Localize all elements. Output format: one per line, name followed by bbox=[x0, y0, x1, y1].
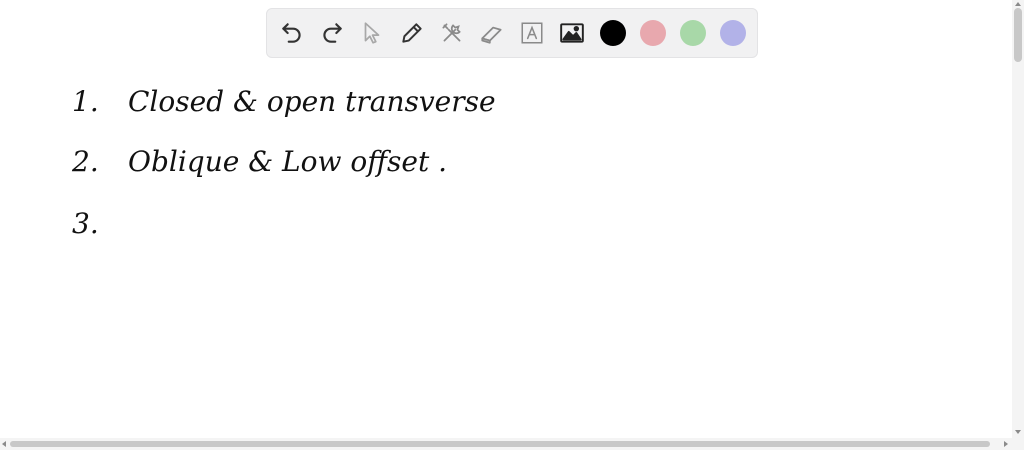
image-icon bbox=[560, 23, 584, 43]
scrollbar-corner bbox=[1012, 438, 1024, 450]
scroll-down-arrow-icon[interactable] bbox=[1015, 430, 1021, 434]
vertical-scrollbar-thumb[interactable] bbox=[1014, 8, 1022, 62]
pen-tool-button[interactable] bbox=[397, 18, 427, 48]
scroll-left-arrow-icon[interactable] bbox=[2, 441, 6, 447]
note-line-3: 3. bbox=[72, 210, 128, 238]
color-swatch-pink[interactable] bbox=[640, 20, 666, 46]
note-number: 2. bbox=[72, 145, 99, 178]
pointer-icon bbox=[364, 22, 380, 44]
undo-button[interactable] bbox=[277, 18, 307, 48]
eraser-icon bbox=[481, 26, 502, 44]
text-tool-button[interactable] bbox=[517, 18, 547, 48]
drawing-canvas[interactable]: 1. Closed & open transverse 2. Oblique & L… bbox=[0, 62, 1012, 438]
color-swatch-green[interactable] bbox=[680, 20, 706, 46]
undo-icon bbox=[282, 23, 301, 43]
tools-icon bbox=[442, 23, 461, 42]
note-text: Closed & open transverse bbox=[128, 85, 496, 118]
pencil-icon bbox=[402, 23, 422, 43]
select-tool-button[interactable] bbox=[357, 18, 387, 48]
text-icon bbox=[521, 22, 543, 44]
vertical-scrollbar[interactable] bbox=[1012, 0, 1024, 438]
redo-button[interactable] bbox=[317, 18, 347, 48]
note-number: 3. bbox=[72, 207, 99, 240]
tools-button[interactable] bbox=[437, 18, 467, 48]
scroll-up-arrow-icon[interactable] bbox=[1015, 2, 1021, 6]
redo-icon bbox=[323, 23, 342, 43]
image-tool-button[interactable] bbox=[557, 18, 587, 48]
scroll-right-arrow-icon[interactable] bbox=[1004, 441, 1008, 447]
horizontal-scrollbar[interactable] bbox=[0, 438, 1012, 450]
note-line-1: 1. Closed & open transverse bbox=[72, 88, 496, 116]
color-swatch-lavender[interactable] bbox=[720, 20, 746, 46]
horizontal-scrollbar-thumb[interactable] bbox=[10, 441, 990, 447]
note-number: 1. bbox=[72, 85, 99, 118]
color-swatch-black[interactable] bbox=[600, 20, 626, 46]
whiteboard-app: 1. Closed & open transverse 2. Oblique & L… bbox=[0, 0, 1024, 450]
note-line-2: 2. Oblique & Low offset . bbox=[72, 148, 447, 176]
note-text: Oblique & Low offset . bbox=[128, 145, 448, 178]
eraser-tool-button[interactable] bbox=[477, 18, 507, 48]
drawing-toolbar bbox=[266, 8, 758, 58]
